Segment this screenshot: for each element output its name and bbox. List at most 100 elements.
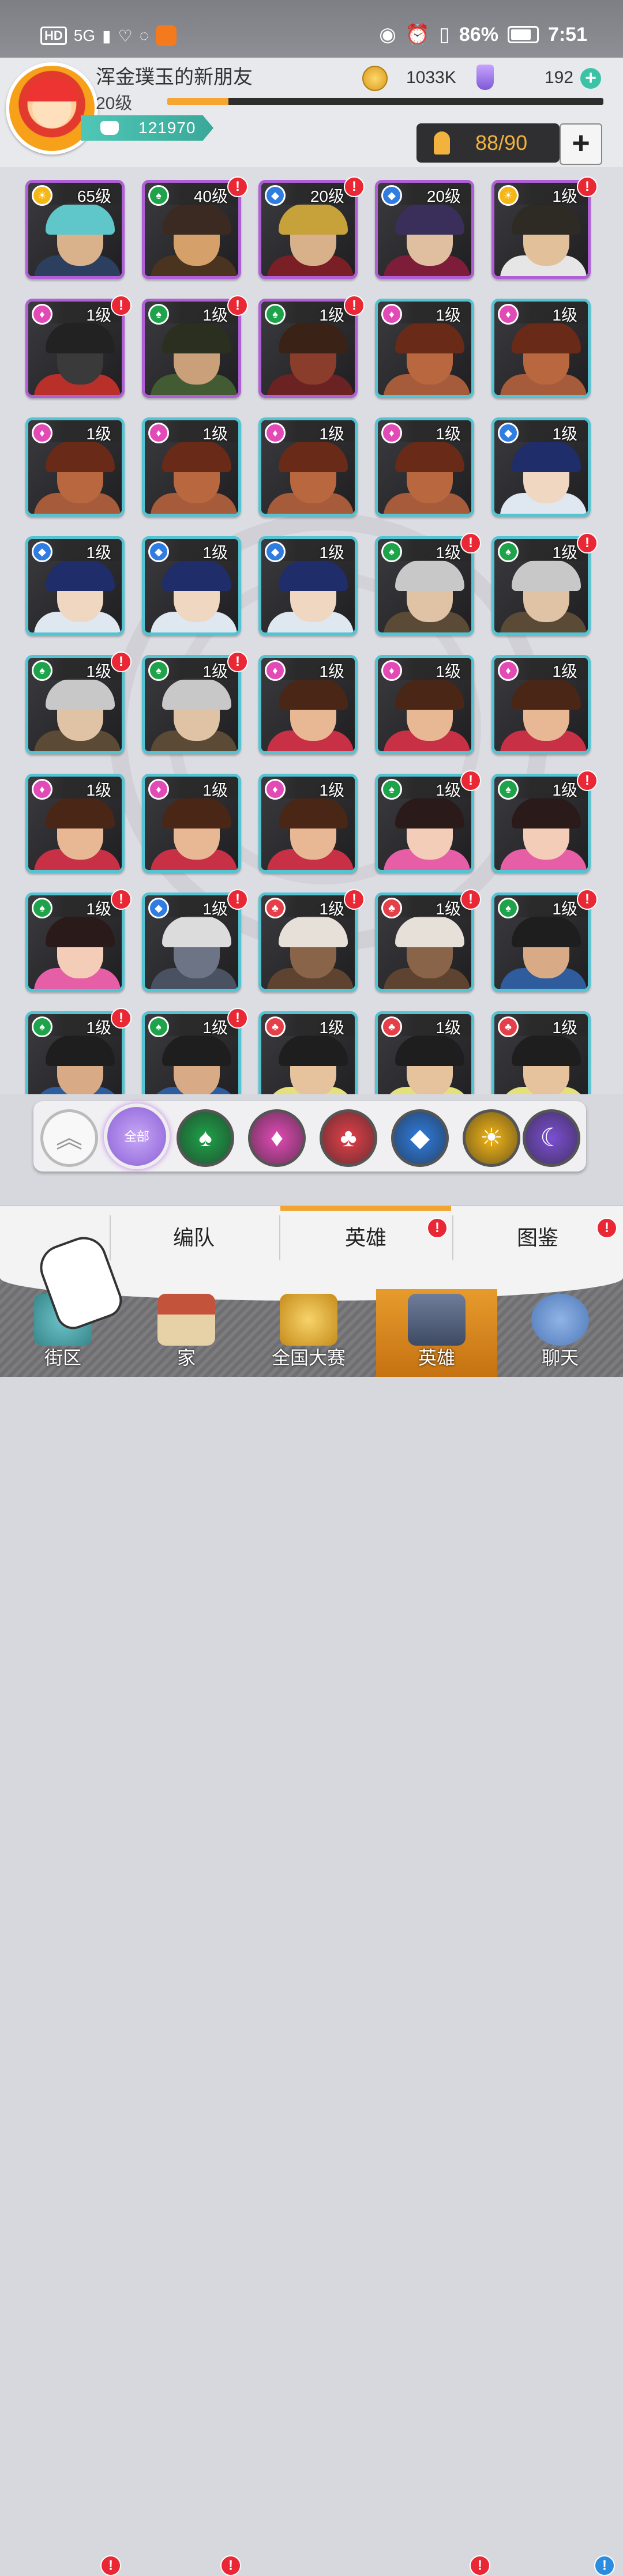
hero-card[interactable]: 1级 ◆	[258, 536, 358, 635]
hero-card[interactable]: 1级 ♠	[375, 536, 474, 635]
hero-card[interactable]: 1级 ♦	[375, 417, 474, 517]
hero-card[interactable]: 1级 ♣	[375, 1011, 474, 1094]
hero-level: 1级	[552, 781, 577, 799]
hero-hair	[162, 204, 231, 235]
hero-card[interactable]: 1级 ♦	[142, 774, 241, 873]
hero-hair	[512, 441, 581, 472]
hero-card[interactable]: 1级 ♦	[491, 299, 591, 398]
filter-fire-button[interactable]: ♣	[320, 1109, 377, 1167]
hero-card[interactable]: 1级 ♦	[25, 774, 125, 873]
hero-card[interactable]: 1级 ♠	[25, 1011, 125, 1094]
nav-home[interactable]: 家	[126, 1289, 247, 1377]
hero-alert-badge: !	[460, 770, 481, 791]
player-avatar[interactable]	[6, 62, 98, 155]
hero-card[interactable]: 1级 ♦	[142, 417, 241, 517]
hero-card[interactable]: 1级 ♦	[25, 417, 125, 517]
hero-card[interactable]: 1级 ♠	[142, 299, 241, 398]
filter-water-button[interactable]: ◆	[391, 1109, 449, 1167]
hero-hair	[162, 560, 231, 591]
hero-card[interactable]: 1级 ♠	[25, 655, 125, 754]
hero-card[interactable]: 1级 ◆	[142, 536, 241, 635]
hero-card[interactable]: 1级 ♠	[142, 655, 241, 754]
hero-hair	[162, 916, 231, 947]
hero-card[interactable]: 65级 ☀	[25, 180, 125, 279]
tab-formation[interactable]: 编队	[110, 1206, 278, 1270]
hero-level: 20级	[310, 187, 344, 205]
hero-card[interactable]: 1级 ☀	[491, 180, 591, 279]
hero-hair	[46, 1035, 115, 1066]
forest-element-icon: ♠	[148, 660, 169, 681]
hero-hair	[162, 679, 231, 710]
nav-heroes[interactable]: 英雄	[376, 1289, 497, 1377]
hero-alert-badge: !	[460, 889, 481, 910]
hero-card[interactable]: 1级 ♣	[258, 892, 358, 992]
hero-level: 1级	[202, 544, 228, 562]
hero-hair	[395, 441, 464, 472]
hero-card[interactable]: 1级 ♦	[25, 299, 125, 398]
tab-codex[interactable]: 图鉴	[453, 1206, 622, 1270]
hero-card[interactable]: 1级 ♠	[142, 1011, 241, 1094]
forest-element-icon: ♠	[32, 1016, 52, 1037]
hero-alert-badge: !	[227, 889, 248, 910]
filter-moon-button[interactable]: ☾	[523, 1109, 580, 1167]
gem-amount: 192	[545, 68, 574, 87]
heart-element-icon: ♦	[32, 779, 52, 800]
hero-card[interactable]: 1级 ◆	[491, 417, 591, 517]
vibrate-icon: ▯	[439, 24, 450, 46]
hero-card[interactable]: 1级 ♠	[491, 536, 591, 635]
hero-card[interactable]: 1级 ♠	[258, 299, 358, 398]
filter-sun-button[interactable]: ☀	[463, 1109, 520, 1167]
hero-level: 40级	[193, 187, 228, 205]
hero-card[interactable]: 1级 ♠	[491, 892, 591, 992]
combat-power-value: 121970	[138, 119, 196, 137]
nav-home-label: 家	[177, 1347, 196, 1368]
gem-icon	[476, 65, 494, 90]
hero-level: 1级	[202, 425, 228, 443]
hero-card[interactable]: 1级 ♦	[491, 655, 591, 754]
hero-card[interactable]: 40级 ♠	[142, 180, 241, 279]
filter-all-button[interactable]: 全部	[104, 1104, 170, 1169]
hero-hair	[512, 204, 581, 235]
hero-card[interactable]: 1级 ♣	[491, 1011, 591, 1094]
nav-heroes-alert: !	[470, 2555, 490, 2576]
hero-card[interactable]: 1级 ♦	[258, 655, 358, 754]
hero-card[interactable]: 1级 ♦	[258, 774, 358, 873]
hero-card[interactable]: 1级 ◆	[142, 892, 241, 992]
hero-card[interactable]: 20级 ◆	[258, 180, 358, 279]
hero-grid[interactable]: 65级 ☀ 40级 ♠! 20级 ◆! 20级 ◆ 1级 ☀! 1级 ♦! 1级 ♠! 1级 ♠! 1级 ♦ 1级 ♦…	[0, 167, 623, 1094]
filter-heart-button[interactable]: ♦	[248, 1109, 306, 1167]
nav-chat[interactable]: 聊天	[500, 1289, 621, 1377]
hero-level: 1级	[552, 662, 577, 680]
hero-card[interactable]: 1级 ♠	[25, 892, 125, 992]
hero-level: 1级	[319, 306, 344, 324]
hero-card[interactable]: 1级 ♦	[375, 655, 474, 754]
hero-card[interactable]: 1级 ♦	[375, 299, 474, 398]
hero-level: 1级	[552, 187, 577, 205]
signal-icon: ▮	[102, 27, 111, 45]
nav-heroes-label: 英雄	[418, 1347, 455, 1368]
hero-level: 1级	[202, 1019, 228, 1037]
hero-card[interactable]: 20级 ◆	[375, 180, 474, 279]
hero-card[interactable]: 1级 ♣	[258, 1011, 358, 1094]
heart-element-icon: ♦	[32, 423, 52, 443]
hero-hair	[395, 916, 464, 947]
nav-street-label: 街区	[44, 1347, 81, 1368]
hero-card[interactable]: 1级 ♣	[375, 892, 474, 992]
tab-heroes[interactable]: 英雄	[280, 1206, 451, 1270]
expand-capacity-button[interactable]: +	[560, 123, 602, 165]
filter-forest-button[interactable]: ♠	[177, 1109, 234, 1167]
heart-element-icon: ♦	[381, 660, 402, 681]
nav-tournament[interactable]: 全国大赛	[248, 1289, 369, 1377]
hero-level: 1级	[436, 662, 461, 680]
hero-card[interactable]: 1级 ◆	[25, 536, 125, 635]
hero-alert-badge: !	[111, 889, 132, 910]
hero-card[interactable]: 1级 ♠	[491, 774, 591, 873]
hero-level: 1级	[86, 544, 111, 562]
add-gems-button[interactable]: +	[580, 68, 601, 89]
hero-card[interactable]: 1级 ♠	[375, 774, 474, 873]
collapse-up-button[interactable]: ︽	[40, 1109, 98, 1167]
hero-alert-badge: !	[577, 770, 598, 791]
hero-card[interactable]: 1级 ♦	[258, 417, 358, 517]
chat-icon	[531, 1294, 589, 1346]
hero-hair	[279, 204, 348, 235]
